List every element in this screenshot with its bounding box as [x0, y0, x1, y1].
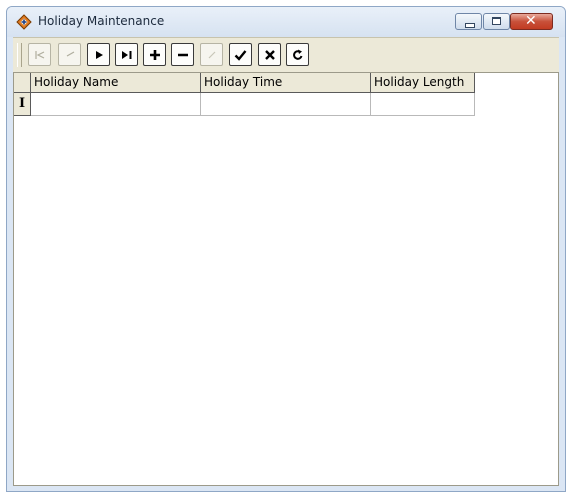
x-icon [264, 49, 275, 60]
insert-record-button[interactable] [143, 43, 166, 66]
last-record-button[interactable] [115, 43, 138, 66]
plus-icon [149, 49, 160, 60]
refresh-data-button[interactable] [286, 43, 309, 66]
prior-record-icon [66, 50, 74, 57]
cell-holiday-name[interactable] [31, 93, 201, 116]
toolbar [13, 37, 559, 72]
row-indicator: I [14, 93, 31, 116]
app-icon [16, 14, 32, 30]
column-header-holiday-time[interactable]: Holiday Time [201, 73, 371, 93]
cell-holiday-time[interactable] [201, 93, 371, 116]
maximize-icon [492, 17, 501, 25]
holiday-maintenance-window: Holiday Maintenance ✕ Holiday Name Holid… [6, 6, 566, 492]
maximize-button[interactable] [483, 13, 510, 30]
edit-record-button[interactable] [200, 43, 223, 66]
post-record-button[interactable] [229, 43, 252, 66]
minus-icon [177, 53, 188, 56]
last-record-icon [121, 50, 131, 59]
title-bar[interactable]: Holiday Maintenance ✕ [7, 7, 565, 37]
toolbar-grip[interactable] [17, 43, 22, 67]
refresh-icon [292, 49, 302, 60]
cell-holiday-length[interactable] [371, 93, 475, 116]
next-record-button[interactable] [87, 43, 110, 66]
edit-icon [208, 51, 215, 58]
column-header-holiday-name[interactable]: Holiday Name [31, 73, 201, 93]
db-navigator [25, 41, 421, 69]
close-icon: ✕ [525, 13, 537, 29]
prior-record-button[interactable] [58, 43, 81, 66]
minimize-button[interactable] [455, 13, 482, 30]
close-button[interactable]: ✕ [510, 13, 553, 30]
next-record-icon [95, 50, 103, 59]
column-header-holiday-length[interactable]: Holiday Length [371, 73, 475, 93]
table-row[interactable]: I [14, 93, 486, 116]
indicator-column-header [14, 73, 31, 93]
holiday-grid[interactable]: Holiday Name Holiday Time Holiday Length… [13, 72, 559, 486]
minimize-icon [465, 23, 475, 28]
window-title: Holiday Maintenance [38, 14, 165, 28]
first-record-button[interactable] [28, 43, 51, 66]
grid-header: Holiday Name Holiday Time Holiday Length [14, 73, 486, 93]
delete-record-button[interactable] [171, 43, 194, 66]
first-record-icon [34, 50, 44, 59]
checkmark-icon [234, 49, 247, 61]
cancel-record-button[interactable] [258, 43, 281, 66]
